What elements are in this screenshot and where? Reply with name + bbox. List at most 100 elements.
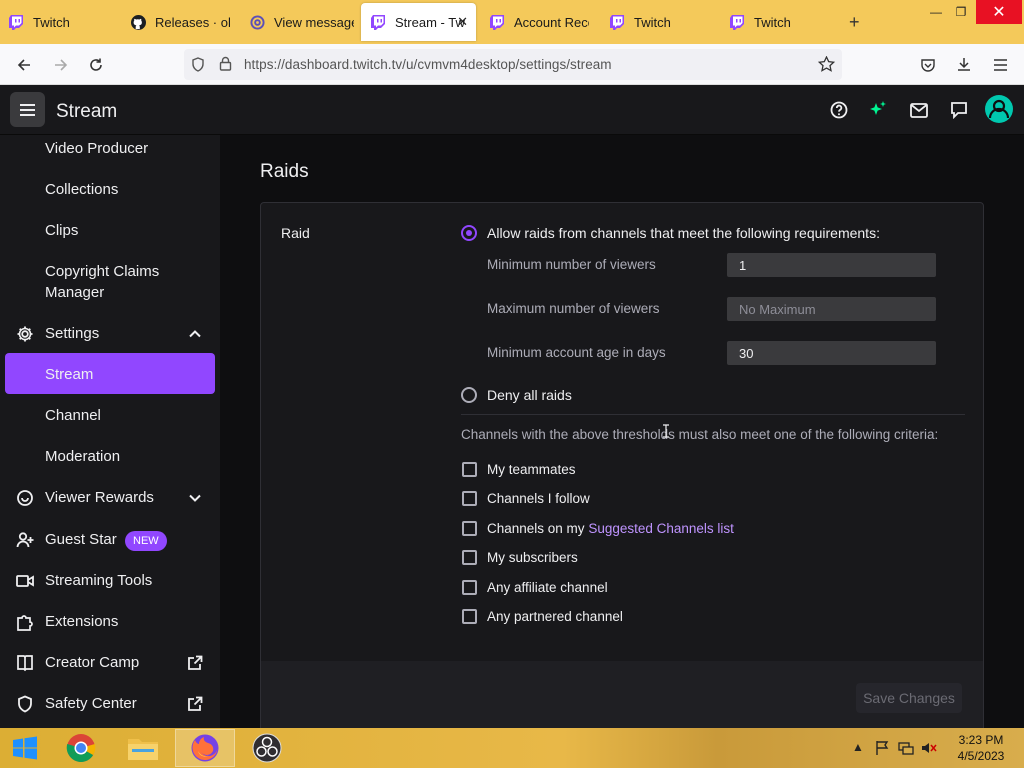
tracking-shield-icon[interactable] <box>191 57 205 77</box>
browser-tab[interactable]: Twitch <box>729 3 839 41</box>
browser-tab[interactable]: Twitch <box>8 3 118 41</box>
firefox-icon[interactable] <box>175 729 235 767</box>
sidebar-item-viewer-rewards[interactable]: Viewer Rewards <box>0 489 220 511</box>
bookmark-star-icon[interactable] <box>817 55 836 77</box>
sidebar-item-label: Moderation <box>45 448 121 465</box>
obs-icon[interactable] <box>237 729 297 767</box>
windows-start-icon[interactable] <box>0 729 50 767</box>
sidebar-item-safety-center[interactable]: Safety Center <box>0 695 220 717</box>
sidebar-item-label: Creator Camp <box>45 654 140 671</box>
sidebar-item-creator-camp[interactable]: Creator Camp <box>0 654 220 676</box>
sidebar-item-label: Clips <box>45 222 79 239</box>
downloads-icon[interactable] <box>953 54 975 76</box>
raids-panel: Raid Allow raids from channels that meet… <box>260 202 984 728</box>
pocket-icon[interactable] <box>917 54 939 76</box>
sidebar-item-clips[interactable]: Clips <box>0 222 220 244</box>
clock-date: 4/5/2023 <box>957 749 1005 763</box>
max-viewers-input[interactable]: No Maximum <box>727 297 936 321</box>
sidebar-item-stream[interactable]: Stream <box>0 366 220 388</box>
sidebar-item-settings[interactable]: Settings <box>0 325 220 347</box>
twitch-icon <box>8 14 24 30</box>
checkbox-channels-i-follow[interactable] <box>462 491 477 506</box>
shield-icon <box>16 695 34 713</box>
back-arrow-icon[interactable] <box>13 54 35 76</box>
checkbox-label: Any affiliate channel <box>487 580 608 595</box>
sidebar-item-label: Streaming Tools <box>45 572 153 589</box>
min-viewers-input[interactable]: 1 <box>727 253 936 277</box>
allow-raids-radio[interactable] <box>461 225 477 241</box>
browser-tab[interactable]: Account Reco <box>489 3 589 41</box>
whisper-chat-icon[interactable] <box>949 100 969 120</box>
divider <box>461 414 965 415</box>
sidebar-item-collections[interactable]: Collections <box>0 181 220 203</box>
sidebar-item-channel[interactable]: Channel <box>0 407 220 429</box>
twitch-icon <box>489 14 505 30</box>
sidebar-item-streaming-tools[interactable]: Streaming Tools <box>0 572 220 594</box>
tab-label: Releases · obsp <box>155 14 230 30</box>
taskbar-clock[interactable]: 3:23 PM 4/5/2023 <box>946 732 1016 764</box>
checkbox-my-subscribers[interactable] <box>462 550 477 565</box>
min-viewers-label: Minimum number of viewers <box>487 257 656 272</box>
checkbox-suggested-channels[interactable] <box>462 521 477 536</box>
twitch-icon <box>370 14 386 30</box>
tab-label: Twitch <box>33 14 70 30</box>
reload-icon[interactable] <box>85 54 107 76</box>
save-changes-button[interactable]: Save Changes <box>856 683 962 713</box>
browser-tab[interactable]: Twitch <box>609 3 719 41</box>
new-tab-button[interactable]: + <box>849 12 860 33</box>
close-window-icon[interactable]: ✕ <box>976 0 1022 24</box>
sidebar-item-label: Copyright Claims <box>45 263 160 280</box>
help-icon[interactable] <box>829 100 849 120</box>
browser-nav-bar: https://dashboard.twitch.tv/u/cvmvm4desk… <box>0 44 1024 85</box>
tray-expand-icon[interactable]: ▲ <box>852 740 864 754</box>
sparkle-icon[interactable] <box>868 100 888 120</box>
chrome-icon[interactable] <box>51 729 111 767</box>
action-center-flag-icon[interactable] <box>875 740 891 759</box>
deny-raids-radio[interactable] <box>461 387 477 403</box>
max-viewers-label: Maximum number of viewers <box>487 301 660 316</box>
gear-icon <box>16 325 34 343</box>
sidebar: Video Producer Collections Clips Copyrig… <box>0 135 220 728</box>
sidebar-item-guest-star[interactable]: Guest Star NEW <box>0 531 220 553</box>
checkbox-any-affiliate[interactable] <box>462 580 477 595</box>
raid-row-label: Raid <box>281 225 310 241</box>
browser-tab[interactable]: View message <box>249 3 354 41</box>
puzzle-icon <box>16 613 34 631</box>
file-explorer-icon[interactable] <box>113 729 173 767</box>
address-bar[interactable]: https://dashboard.twitch.tv/u/cvmvm4desk… <box>184 49 842 80</box>
page-title: Stream <box>56 101 118 122</box>
checkbox-label-row: Channels on my Suggested Channels list <box>487 521 734 536</box>
checkbox-label: Channels I follow <box>487 491 590 506</box>
tab-label: Account Reco <box>514 14 589 30</box>
sidebar-item-label: Video Producer <box>45 140 149 157</box>
camera-icon <box>16 572 34 590</box>
network-icon[interactable] <box>898 740 914 759</box>
section-title-raids: Raids <box>260 161 309 182</box>
sidebar-item-moderation[interactable]: Moderation <box>0 448 220 470</box>
allow-raids-label: Allow raids from channels that meet the … <box>487 225 880 241</box>
criteria-text: Channels with the above thresholds must … <box>461 427 939 442</box>
twitch-icon <box>609 14 625 30</box>
mail-icon[interactable] <box>909 100 929 120</box>
restore-icon[interactable]: ❐ <box>946 2 976 22</box>
close-tab-icon[interactable]: ✕ <box>457 14 468 30</box>
suggested-channels-link[interactable]: Suggested Channels list <box>588 521 734 536</box>
volume-muted-icon[interactable] <box>921 740 937 759</box>
browser-tab-active[interactable]: Stream - Tw ✕ <box>361 3 476 41</box>
hamburger-icon <box>20 103 35 116</box>
sidebar-item-video-producer[interactable]: Video Producer <box>0 140 220 162</box>
forward-arrow-icon[interactable] <box>50 54 72 76</box>
sidebar-item-extensions[interactable]: Extensions <box>0 613 220 635</box>
lock-icon[interactable] <box>219 56 232 76</box>
sidebar-item-copyright-claims-manager[interactable]: Copyright Claims Manager <box>0 263 220 307</box>
browser-tab[interactable]: Releases · obsp <box>130 3 230 41</box>
menu-icon[interactable] <box>989 54 1011 76</box>
min-account-age-input[interactable]: 30 <box>727 341 936 365</box>
windows-taskbar: ▲ 3:23 PM 4/5/2023 <box>0 728 1024 768</box>
hamburger-menu-button[interactable] <box>10 92 45 127</box>
checkbox-my-teammates[interactable] <box>462 462 477 477</box>
checkbox-any-partnered[interactable] <box>462 609 477 624</box>
twitch-icon <box>729 14 745 30</box>
main-content: Raids Raid Allow raids from channels tha… <box>220 135 1024 728</box>
avatar[interactable] <box>985 95 1013 123</box>
